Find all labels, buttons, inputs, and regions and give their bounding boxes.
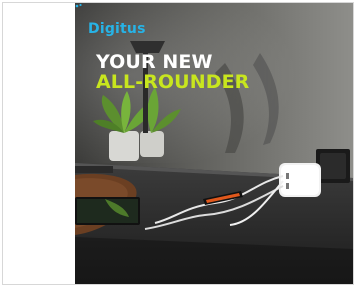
digitus-logo-icon — [75, 3, 82, 8]
headline-line-1: YOUR NEW — [96, 51, 213, 73]
blank-panel — [3, 3, 75, 284]
banner-photo — [75, 3, 353, 284]
headline-line-2: ALL-ROUNDER — [96, 71, 250, 93]
brand-logo: Digitus — [88, 21, 146, 37]
ad-banner[interactable]: Digitus YOUR NEW ALL-ROUNDER — [75, 3, 353, 284]
